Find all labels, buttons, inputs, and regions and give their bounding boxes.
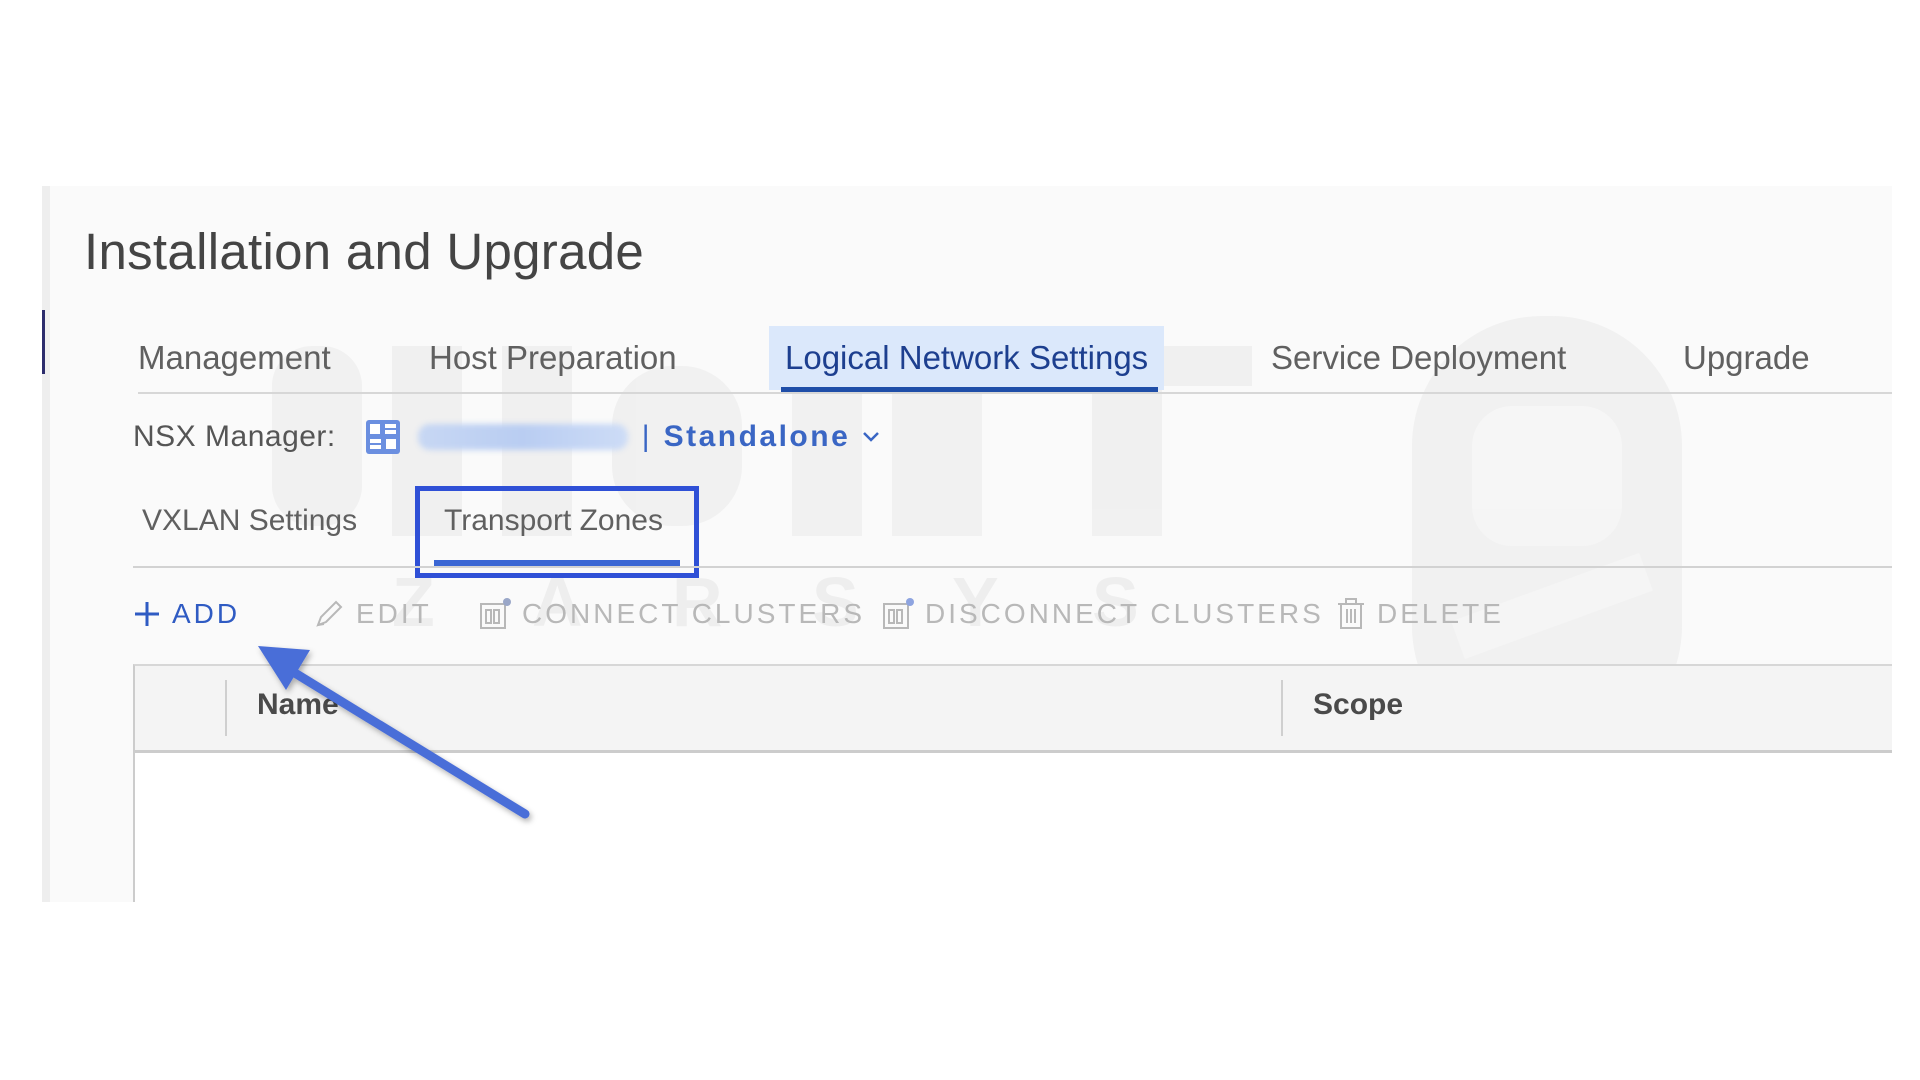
grid-header: Name Scope	[135, 666, 1892, 753]
chevron-down-icon[interactable]	[862, 430, 880, 444]
column-header-name[interactable]: Name	[257, 688, 339, 722]
edit-button[interactable]: EDIT	[312, 584, 432, 644]
main-tabs-divider	[138, 392, 1892, 394]
connect-clusters-button[interactable]: CONNECT CLUSTERS	[478, 584, 865, 644]
plus-icon	[135, 602, 159, 626]
screenshot-stage: Z A R S Y S Installation and Upgrade Man…	[0, 0, 1920, 1080]
delete-button-label: DELETE	[1377, 598, 1504, 629]
trash-icon	[1338, 598, 1364, 629]
nsx-manager-icon	[365, 420, 400, 454]
main-tab-bar: Management Host Preparation Logical Netw…	[42, 326, 1892, 394]
transport-zones-highlight-box	[415, 486, 699, 578]
add-button-label: ADD	[172, 598, 241, 629]
manager-address-redacted	[417, 424, 628, 450]
column-header-scope[interactable]: Scope	[1313, 688, 1403, 722]
disconnect-clusters-label: DISCONNECT CLUSTERS	[925, 598, 1324, 629]
tab-management[interactable]: Management	[138, 326, 331, 390]
nsx-mode-dropdown[interactable]: Standalone	[664, 420, 851, 454]
nsx-separator: |	[641, 420, 650, 453]
tab-logical-network-settings-label: Logical Network Settings	[785, 339, 1149, 376]
disconnect-clusters-button[interactable]: DISCONNECT CLUSTERS	[881, 584, 1324, 644]
column-separator	[1281, 680, 1283, 736]
subtab-vxlan-settings[interactable]: VXLAN Settings	[142, 504, 357, 538]
add-button[interactable]: ADD	[132, 584, 240, 644]
edit-button-label: EDIT	[356, 598, 432, 629]
column-separator	[225, 680, 227, 736]
pencil-icon	[316, 600, 343, 627]
app-panel: Z A R S Y S Installation and Upgrade Man…	[42, 186, 1892, 902]
transport-zones-grid: Name Scope	[133, 664, 1892, 902]
disconnect-clusters-icon	[883, 598, 914, 629]
subtabs-divider	[133, 566, 1892, 568]
nsx-manager-label: NSX Manager:	[133, 420, 336, 453]
left-rule	[42, 186, 50, 902]
tab-service-deployment[interactable]: Service Deployment	[1271, 326, 1566, 390]
page-title: Installation and Upgrade	[84, 223, 645, 280]
tab-logical-network-settings[interactable]: Logical Network Settings	[769, 326, 1165, 394]
connect-clusters-icon	[480, 598, 511, 629]
nsx-manager-row: NSX Manager: | Standalone	[133, 410, 880, 464]
delete-button[interactable]: DELETE	[1335, 584, 1504, 644]
tab-upgrade[interactable]: Upgrade	[1683, 326, 1810, 390]
connect-clusters-label: CONNECT CLUSTERS	[522, 598, 866, 629]
tab-host-preparation[interactable]: Host Preparation	[429, 326, 677, 390]
toolbar: ADD EDIT CONNECT CLUSTERS DISCONNECT CLU…	[132, 584, 1832, 644]
